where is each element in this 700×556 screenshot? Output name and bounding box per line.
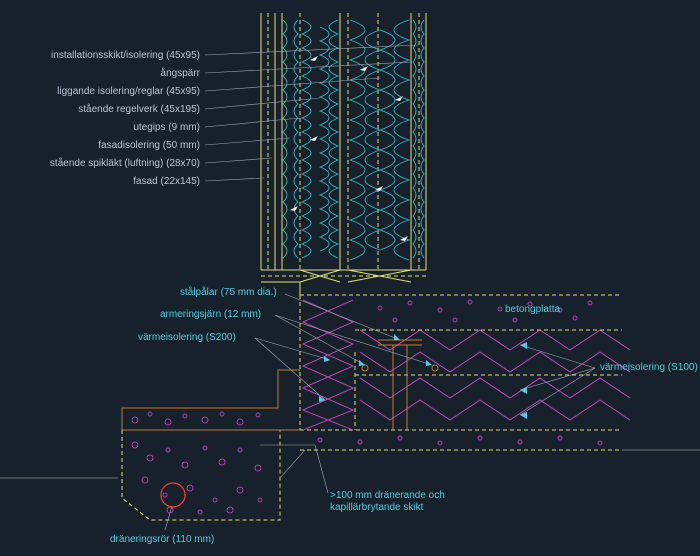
label-gravel-2: kapillärbrytande skikt [330,502,424,513]
label-installationsskikt: installationsskikt/isolering (45x95) [51,50,200,61]
label-fasadisolering: fasadisolering (50 mm) [98,140,200,151]
leader-tips [319,334,527,419]
label-spiklakt: stående spikläkt (luftning) (28x70) [50,157,200,169]
label-utegips: utegips (9 mm) [133,122,200,133]
drain-pipe [161,483,185,507]
label-liggande: liggande isolering/reglar (45x95) [57,86,200,97]
label-ins-left: värmeisolering (S200) [138,332,236,343]
label-steel: stålpålar (75 mm dia.) [180,286,277,298]
wall-section [261,13,426,295]
label-rebar: armeringsjärn (12 mm) [160,309,261,320]
label-gravel-1: >100 mm dränerande och [330,490,445,501]
label-staende-regel: stående regelverk (45x195) [78,103,200,115]
label-slab: betongplatta [505,304,560,315]
label-fasad: fasad (22x145) [133,176,200,187]
foundation [0,295,700,520]
label-drain: dräneringsrör (110 mm) [110,534,214,545]
label-angsparr: ångspärr [161,67,201,79]
label-ins-right: värmeisolering (S100) [600,362,698,373]
foundation-labels: stålpålar (75 mm dia.) armeringsjärn (12… [110,286,698,545]
wall-insulation [283,20,424,260]
